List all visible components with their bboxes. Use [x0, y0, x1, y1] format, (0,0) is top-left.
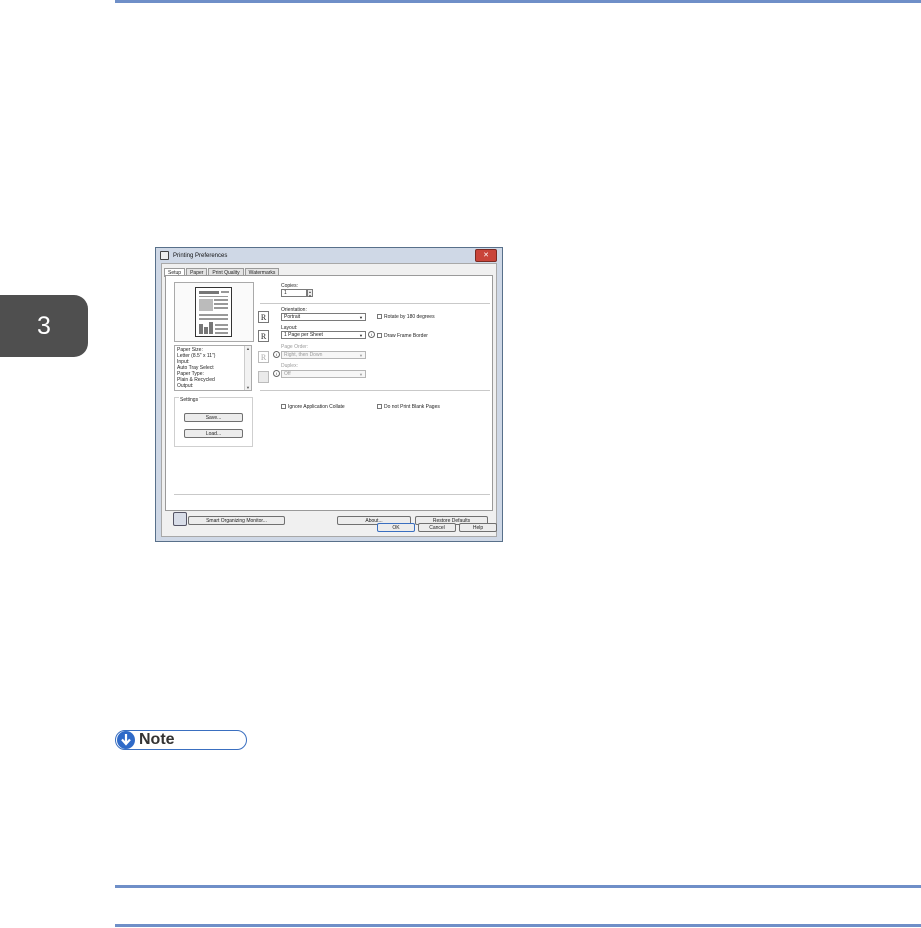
chapter-tab: 3 — [0, 295, 88, 357]
printing-preferences-dialog: Printing Preferences ✕ Setup Paper Print… — [155, 247, 503, 542]
preview-document-icon — [195, 287, 232, 337]
section-rule — [115, 924, 921, 927]
frame-border-checkbox[interactable] — [377, 333, 382, 338]
smart-organizing-monitor-button[interactable]: Smart Organizing Monitor... — [188, 516, 285, 525]
layout-value: 1 Page per Sheet — [284, 332, 323, 338]
save-settings-button[interactable]: Save... — [184, 413, 243, 422]
duplex-select[interactable]: Off ▼ — [281, 370, 366, 378]
orientation-select[interactable]: Portrait ▼ — [281, 313, 366, 321]
scroll-up-icon[interactable]: ▲ — [245, 346, 251, 351]
load-settings-button[interactable]: Load... — [184, 429, 243, 438]
printer-icon — [160, 251, 169, 260]
layout-select[interactable]: 1 Page per Sheet ▼ — [281, 331, 366, 339]
page-order-label: Page Order: — [281, 344, 309, 350]
info-icon: i — [273, 351, 280, 358]
summary-line: Output: — [177, 383, 194, 389]
page-order-icon: R — [258, 351, 269, 363]
copies-stepper[interactable]: ▲ ▼ — [307, 289, 313, 298]
frame-border-label: Draw Frame Border — [384, 333, 428, 339]
note-badge: Note — [115, 730, 247, 750]
summary-scrollbar[interactable]: ▲ ▼ — [244, 346, 251, 390]
settings-group-label: Settings — [179, 397, 200, 403]
dialog-titlebar: Printing Preferences ✕ — [156, 248, 502, 263]
close-icon: ✕ — [483, 252, 489, 259]
ignore-collate-label: Ignore Application Collate — [288, 404, 345, 410]
help-button[interactable]: Help — [459, 523, 497, 532]
copies-input[interactable]: 1 — [281, 289, 307, 297]
rotate-checkbox[interactable] — [377, 314, 382, 319]
chevron-down-icon: ▼ — [359, 333, 363, 338]
info-icon: i — [273, 370, 280, 377]
duplex-label: Duplex: — [281, 363, 298, 369]
duplex-value: Off — [284, 371, 291, 377]
info-icon: i — [368, 331, 375, 338]
monitor-icon — [173, 512, 187, 526]
chevron-down-icon: ▼ — [359, 353, 363, 358]
chevron-down-icon: ▼ — [359, 372, 363, 377]
blank-pages-label: Do not Print Blank Pages — [384, 404, 440, 410]
divider — [174, 494, 490, 495]
ok-button[interactable]: OK — [377, 523, 415, 532]
scroll-down-icon[interactable]: ▼ — [245, 385, 251, 390]
orientation-value: Portrait — [284, 314, 301, 320]
ignore-collate-checkbox[interactable] — [281, 404, 286, 409]
page-order-select[interactable]: Right, then Down ▼ — [281, 351, 366, 359]
cancel-button[interactable]: Cancel — [418, 523, 456, 532]
dialog-title: Printing Preferences — [173, 252, 228, 259]
blank-pages-checkbox[interactable] — [377, 404, 382, 409]
setup-tab-panel: Paper Size: Letter (8.5" x 11") Input: A… — [165, 275, 493, 511]
rotate-label: Rotate by 180 degrees — [384, 314, 435, 320]
orientation-icon: R — [258, 311, 269, 323]
settings-group: Settings Save... Load... — [174, 397, 253, 447]
settings-summary-list[interactable]: Paper Size: Letter (8.5" x 11") Input: A… — [174, 345, 252, 391]
page-order-value: Right, then Down — [284, 352, 323, 358]
layout-icon: R — [258, 330, 269, 342]
note-label: Note — [139, 731, 175, 748]
chevron-down-icon: ▼ — [359, 315, 363, 320]
divider — [260, 390, 490, 391]
close-button[interactable]: ✕ — [475, 249, 497, 262]
duplex-icon — [258, 371, 269, 383]
top-rule — [115, 0, 921, 3]
section-rule — [115, 885, 921, 888]
arrow-down-icon — [117, 731, 135, 749]
page-preview — [174, 282, 254, 342]
divider — [260, 303, 490, 304]
chapter-number: 3 — [37, 311, 51, 340]
dialog-content: Setup Paper Print Quality Watermarks Pap… — [161, 263, 497, 537]
